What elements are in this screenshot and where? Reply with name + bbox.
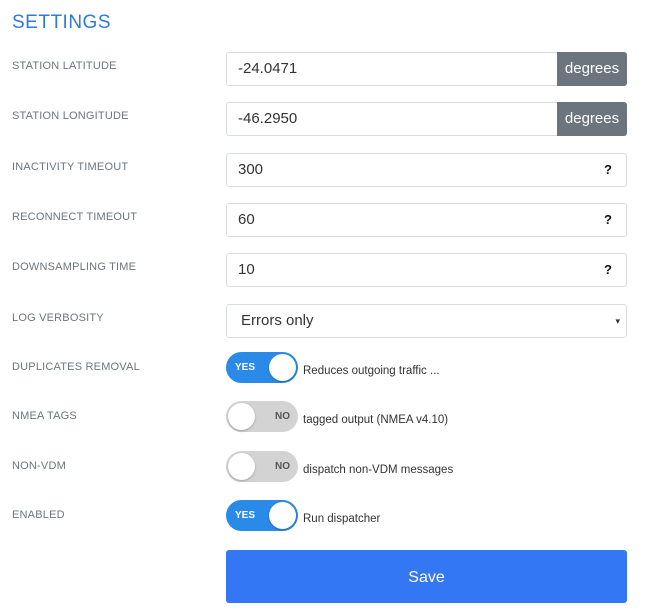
- duplicates-toggle[interactable]: YES: [226, 352, 298, 383]
- non-vdm-label: NON-VDM: [12, 460, 66, 472]
- downsampling-input[interactable]: 10 ?: [226, 253, 627, 287]
- question-mark-icon[interactable]: ?: [604, 204, 612, 236]
- non-vdm-toggle-state: NO: [275, 461, 290, 472]
- inactivity-label: INACTIVITY TIMEOUT: [12, 161, 129, 173]
- inactivity-value: 300: [238, 161, 264, 178]
- reconnect-value: 60: [238, 211, 255, 228]
- longitude-unit-addon: degrees: [557, 102, 627, 136]
- duplicates-toggle-state: YES: [235, 362, 256, 373]
- toggle-knob: [228, 453, 255, 480]
- latitude-label: STATION LATITUDE: [12, 60, 117, 72]
- longitude-input[interactable]: -46.2950: [226, 102, 558, 136]
- caret-down-icon: ▾: [615, 316, 620, 326]
- enabled-toggle-state: YES: [235, 510, 256, 521]
- enabled-description: Run dispatcher: [303, 513, 381, 525]
- duplicates-description: Reduces outgoing traffic ...: [303, 365, 440, 377]
- page-title: SETTINGS: [12, 12, 112, 33]
- reconnect-label: RECONNECT TIMEOUT: [12, 211, 138, 223]
- nmea-tags-toggle-state: NO: [275, 411, 290, 422]
- longitude-label: STATION LONGITUDE: [12, 110, 129, 122]
- question-mark-icon[interactable]: ?: [604, 254, 612, 286]
- log-verbosity-select[interactable]: Errors only ▾: [226, 304, 627, 338]
- save-button[interactable]: Save: [226, 550, 627, 603]
- latitude-input[interactable]: -24.0471: [226, 52, 558, 86]
- nmea-tags-label: NMEA TAGS: [12, 410, 77, 422]
- non-vdm-description: dispatch non-VDM messages: [303, 464, 454, 476]
- latitude-unit-addon: degrees: [557, 52, 627, 86]
- toggle-knob: [228, 403, 255, 430]
- question-mark-icon[interactable]: ?: [604, 154, 612, 186]
- enabled-toggle[interactable]: YES: [226, 500, 298, 531]
- nmea-tags-description: tagged output (NMEA v4.10): [303, 414, 449, 426]
- duplicates-label: DUPLICATES REMOVAL: [12, 361, 140, 373]
- toggle-knob: [269, 502, 296, 529]
- downsampling-label: DOWNSAMPLING TIME: [12, 261, 137, 273]
- log-verbosity-value: Errors only: [241, 312, 314, 329]
- nmea-tags-toggle[interactable]: NO: [226, 401, 298, 432]
- inactivity-input[interactable]: 300 ?: [226, 153, 627, 187]
- reconnect-input[interactable]: 60 ?: [226, 203, 627, 237]
- toggle-knob: [269, 354, 296, 381]
- downsampling-value: 10: [238, 261, 255, 278]
- log-verbosity-label: LOG VERBOSITY: [12, 312, 104, 324]
- non-vdm-toggle[interactable]: NO: [226, 451, 298, 482]
- enabled-label: ENABLED: [12, 509, 65, 521]
